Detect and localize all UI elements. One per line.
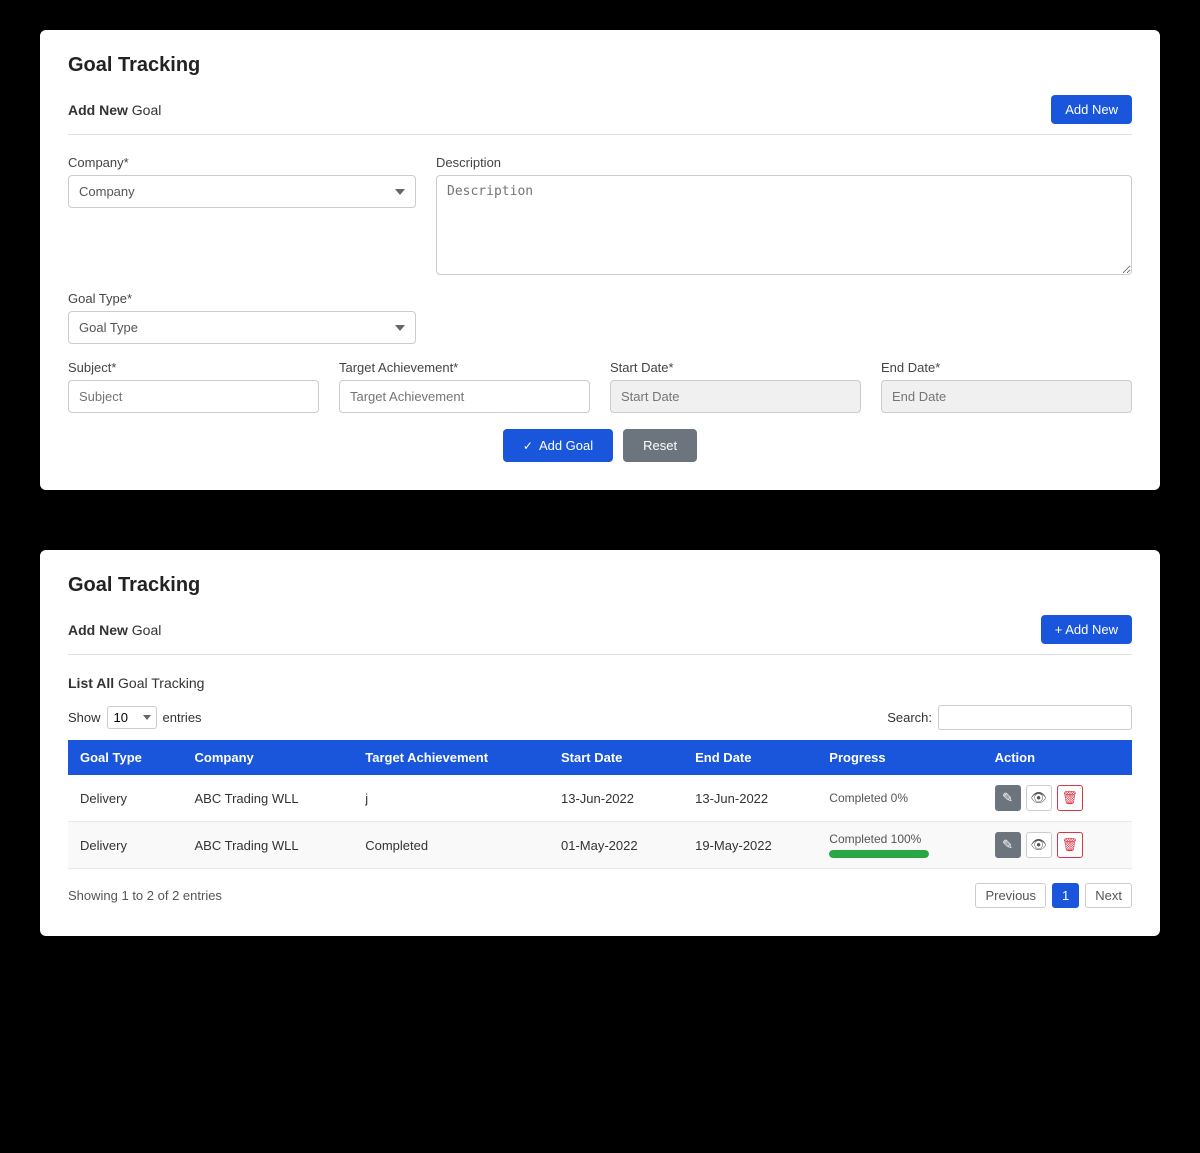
description-textarea[interactable]: [436, 175, 1132, 275]
subject-label: Subject*: [68, 360, 319, 375]
col-target: Target Achievement: [353, 740, 549, 775]
cell-end-date: 13-Jun-2022: [683, 775, 817, 822]
section-header-text-2: Add New Goal: [68, 622, 161, 638]
delete-button-1[interactable]: 🗑: [1057, 832, 1083, 858]
add-new-button-2[interactable]: + Add New: [1041, 615, 1132, 644]
description-label: Description: [436, 155, 1132, 170]
cell-action: ✎ 👁 🗑: [983, 822, 1132, 869]
col-company: Company: [183, 740, 354, 775]
start-date-input[interactable]: [610, 380, 861, 413]
cell-action: ✎ 👁 🗑: [983, 775, 1132, 822]
col-progress: Progress: [817, 740, 982, 775]
reset-button[interactable]: Reset: [623, 429, 697, 462]
target-label: Target Achievement*: [339, 360, 590, 375]
company-select[interactable]: Company: [68, 175, 416, 208]
cell-start-date: 01-May-2022: [549, 822, 683, 869]
cell-progress: Completed 0%: [817, 775, 982, 822]
pagination: Previous 1 Next: [975, 883, 1132, 908]
cell-goal-type: Delivery: [68, 775, 183, 822]
table-row: Delivery ABC Trading WLL j 13-Jun-2022 1…: [68, 775, 1132, 822]
showing-text: Showing 1 to 2 of 2 entries: [68, 888, 222, 903]
next-button[interactable]: Next: [1085, 883, 1132, 908]
col-end-date: End Date: [683, 740, 817, 775]
col-goal-type: Goal Type: [68, 740, 183, 775]
col-start-date: Start Date: [549, 740, 683, 775]
checkmark-icon: [523, 438, 533, 453]
cell-target: Completed: [353, 822, 549, 869]
target-input[interactable]: [339, 380, 590, 413]
entries-select[interactable]: 10 25 50 100: [107, 706, 157, 729]
goal-table: Goal Type Company Target Achievement Sta…: [68, 740, 1132, 869]
subject-input[interactable]: [68, 380, 319, 413]
end-date-input[interactable]: [881, 380, 1132, 413]
goal-type-label: Goal Type*: [68, 291, 416, 306]
cell-start-date: 13-Jun-2022: [549, 775, 683, 822]
cell-goal-type: Delivery: [68, 822, 183, 869]
search-label: Search:: [887, 710, 932, 725]
cell-target: j: [353, 775, 549, 822]
search-input[interactable]: [938, 705, 1132, 730]
col-action: Action: [983, 740, 1132, 775]
view-button-0[interactable]: 👁: [1026, 785, 1052, 811]
goal-type-select[interactable]: Goal Type: [68, 311, 416, 344]
cell-progress: Completed 100%: [817, 822, 982, 869]
page-title-2: Goal Tracking: [68, 574, 1132, 597]
cell-company: ABC Trading WLL: [183, 822, 354, 869]
add-goal-button[interactable]: Add Goal: [503, 429, 613, 462]
section-header-text-1: Add New Goal: [68, 102, 161, 118]
page-title-1: Goal Tracking: [68, 54, 1132, 77]
view-button-1[interactable]: 👁: [1026, 832, 1052, 858]
show-entries: Show 10 25 50 100 entries: [68, 706, 202, 729]
end-date-label: End Date*: [881, 360, 1132, 375]
add-new-button-1[interactable]: Add New: [1051, 95, 1132, 124]
list-header: List All Goal Tracking: [68, 675, 1132, 691]
prev-button[interactable]: Previous: [975, 883, 1046, 908]
cell-company: ABC Trading WLL: [183, 775, 354, 822]
cell-end-date: 19-May-2022: [683, 822, 817, 869]
edit-button-1[interactable]: ✎: [995, 832, 1021, 858]
table-header-row: Goal Type Company Target Achievement Sta…: [68, 740, 1132, 775]
page-1-button[interactable]: 1: [1052, 883, 1079, 908]
edit-button-0[interactable]: ✎: [995, 785, 1021, 811]
start-date-label: Start Date*: [610, 360, 861, 375]
table-row: Delivery ABC Trading WLL Completed 01-Ma…: [68, 822, 1132, 869]
company-label: Company*: [68, 155, 416, 170]
delete-button-0[interactable]: 🗑: [1057, 785, 1083, 811]
